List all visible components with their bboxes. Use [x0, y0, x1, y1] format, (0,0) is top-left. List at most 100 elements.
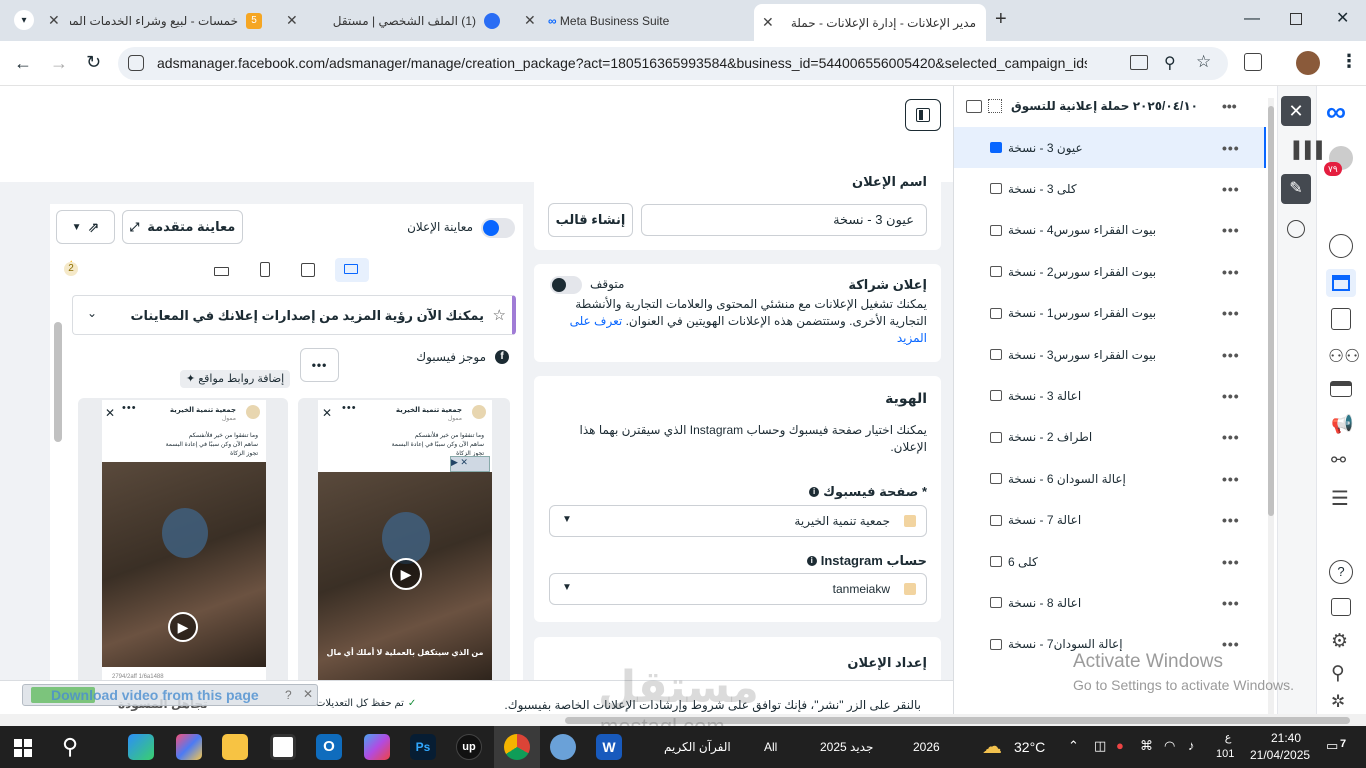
toggle-panel-button[interactable] [905, 99, 941, 131]
store-icon[interactable] [270, 734, 296, 760]
play-icon[interactable]: ▶ [168, 612, 198, 642]
ad-row[interactable]: بيوت الفقراء سورس2 - نسخة ••• [954, 251, 1266, 292]
file-explorer-icon[interactable] [222, 734, 248, 760]
info-icon[interactable]: i [809, 487, 820, 497]
chrome-icon[interactable] [504, 734, 530, 760]
close-tab-icon[interactable]: ✕ [762, 14, 774, 31]
ad-row[interactable]: إعالة السودان 6 - نسخة ••• [954, 458, 1266, 499]
post-more-icon[interactable]: ••• [122, 402, 137, 414]
clock-time[interactable]: 21:40 [1260, 731, 1312, 745]
campaign-more-icon[interactable]: ••• [1222, 98, 1237, 114]
info-icon[interactable]: i [806, 556, 817, 566]
forward-icon[interactable]: → [50, 53, 68, 74]
ad-row-more-icon[interactable]: ••• [1222, 264, 1240, 280]
ad-row-more-icon[interactable]: ••• [1222, 388, 1240, 404]
settings-gear-icon[interactable]: ⚙ [1331, 630, 1348, 653]
ad-row[interactable]: عيون 3 - نسخة ••• [954, 127, 1266, 168]
ad-row[interactable]: بيوت الفقراء سورس4 - نسخة ••• [954, 210, 1266, 251]
ad-row[interactable]: بيوت الفقراء سورس3 - نسخة ••• [954, 334, 1266, 375]
tab-mostaql[interactable]: ✕ (1) الملف الشخصي | مستقل [278, 6, 510, 35]
audiences-icon[interactable]: ⚇⚇ [1328, 346, 1360, 367]
restore-icon[interactable] [1290, 13, 1302, 25]
video-thumbnail[interactable]: ▶ من الذي سيتكفل بالعملية لا أملك أي مال [318, 472, 492, 680]
taskbar-item[interactable]: الفرآن الكريم [664, 740, 731, 754]
campaign-name[interactable]: ٢٠٢٥/٠٤/١٠ حملة إعلانية للتسوق [1008, 99, 1198, 113]
chevron-down-icon[interactable]: ⌄ [87, 306, 97, 320]
ad-row-more-icon[interactable]: ••• [1222, 636, 1240, 652]
play-icon[interactable]: ▶ [390, 558, 422, 590]
share-dropdown-button[interactable]: ▼ ⇗ [56, 210, 115, 244]
close-window-icon[interactable]: ✕ [1336, 8, 1349, 28]
reload-icon[interactable]: ↻ [86, 52, 101, 73]
site-info-icon[interactable] [128, 55, 144, 71]
ad-name-input[interactable]: عيون 3 - نسخة [641, 204, 927, 236]
news-icon[interactable] [1331, 598, 1351, 616]
new-tab-button[interactable]: + [995, 8, 1007, 31]
outlook-icon[interactable]: O [316, 734, 342, 760]
tab-search-icon[interactable]: ▾ [14, 10, 34, 30]
ad-row-more-icon[interactable]: ••• [1222, 222, 1240, 238]
photoshop-icon[interactable]: Ps [410, 734, 436, 760]
search-icon[interactable]: ⚲ [1331, 662, 1345, 685]
volume-icon[interactable]: ♪ [1188, 738, 1195, 753]
install-app-icon[interactable] [1130, 55, 1148, 70]
search-icon[interactable]: ⚲ [62, 734, 78, 760]
ad-row[interactable]: بيوت الفقراء سورس1 - نسخة ••• [954, 293, 1266, 334]
ad-row-more-icon[interactable]: ••• [1222, 305, 1240, 321]
campaigns-table-icon[interactable] [1326, 269, 1356, 297]
browser-menu-icon[interactable]: ⋮ [1340, 51, 1358, 72]
all-tools-icon[interactable]: ☰ [1331, 486, 1349, 511]
business-settings-icon[interactable]: ⚯ [1331, 450, 1346, 471]
placement-mobile-icon[interactable] [260, 262, 270, 277]
copilot-icon[interactable] [176, 734, 202, 760]
ad-row-more-icon[interactable]: ••• [1222, 595, 1240, 611]
bookmark-star-icon[interactable]: ☆ [1196, 52, 1211, 72]
video-thumbnail[interactable]: ▶ من الذي سيتكفل بالعملية لا أملك أي مال [102, 462, 266, 710]
tab-khamsat[interactable]: ✕ خمسات - لبيع وشراء الخدمات المصغرة 5 [40, 6, 272, 35]
preview-more-button[interactable]: ••• [300, 348, 339, 382]
help-icon[interactable]: ? [1329, 560, 1353, 584]
wifi-icon[interactable]: ◠ [1164, 738, 1175, 754]
url-text[interactable]: adsmanager.facebook.com/adsmanager/manag… [157, 55, 1087, 71]
star-icon[interactable]: ☆ [493, 306, 506, 324]
m365-icon[interactable] [364, 734, 390, 760]
ad-row-more-icon[interactable]: ••• [1222, 347, 1240, 363]
weather-icon[interactable]: ☁ [982, 734, 1002, 759]
upwork-icon[interactable]: up [456, 734, 482, 760]
close-icon[interactable]: ✕ [322, 406, 332, 420]
notifications-icon[interactable]: ▭ [1326, 738, 1338, 754]
preview-toggle[interactable] [481, 218, 515, 238]
dashboard-icon[interactable] [1329, 234, 1353, 258]
download-video-bar[interactable]: Download video from this page ? ✕ [22, 684, 318, 706]
megaphone-icon[interactable]: 📢 [1331, 414, 1353, 435]
placement-all-icon[interactable] [335, 258, 369, 282]
edge-icon[interactable] [128, 734, 154, 760]
ad-row-more-icon[interactable]: ••• [1222, 140, 1240, 156]
close-icon[interactable]: ✕ [105, 406, 115, 420]
post-more-icon[interactable]: ••• [342, 402, 357, 414]
ad-row[interactable]: اعالة 8 - نسخة ••• [954, 582, 1266, 623]
chevron-up-icon[interactable]: ⌃ [1068, 738, 1079, 754]
taskbar-item[interactable]: جديد 2025 [820, 740, 873, 754]
help-icon[interactable]: ? [285, 688, 292, 702]
windows-start-icon[interactable] [14, 739, 32, 757]
ad-row-more-icon[interactable]: ••• [1222, 554, 1240, 570]
video-download-overlay-icon[interactable]: ▶ ✕ [450, 456, 490, 472]
minimize-icon[interactable]: — [1244, 10, 1260, 28]
fb-page-select[interactable]: جمعية تنمية الخيرية ▼ [549, 505, 927, 537]
close-editor-button[interactable]: ✕ [1281, 96, 1311, 126]
ad-row-more-icon[interactable]: ••• [1222, 429, 1240, 445]
security-icon[interactable]: ● [1116, 738, 1124, 753]
preview-scrollbar[interactable] [54, 322, 62, 442]
tab-meta-business-suite[interactable]: ✕ ∞ Meta Business Suite [516, 6, 748, 35]
advanced-preview-button[interactable]: ⤢ معاينة متقدمة [122, 210, 243, 244]
network-icon[interactable]: ⌘ [1140, 738, 1153, 754]
partnership-toggle[interactable] [550, 276, 582, 294]
ad-row[interactable]: اعالة 3 - نسخة ••• [954, 375, 1266, 416]
address-bar[interactable]: adsmanager.facebook.com/adsmanager/manag… [118, 47, 1228, 80]
instagram-select[interactable]: tanmeiakw ▼ [549, 573, 927, 605]
extensions-icon[interactable] [1244, 53, 1262, 71]
word-icon[interactable]: W [596, 734, 622, 760]
chart-icon[interactable]: ▐▐▐ [1288, 142, 1322, 160]
close-tab-icon[interactable]: ✕ [48, 12, 60, 29]
